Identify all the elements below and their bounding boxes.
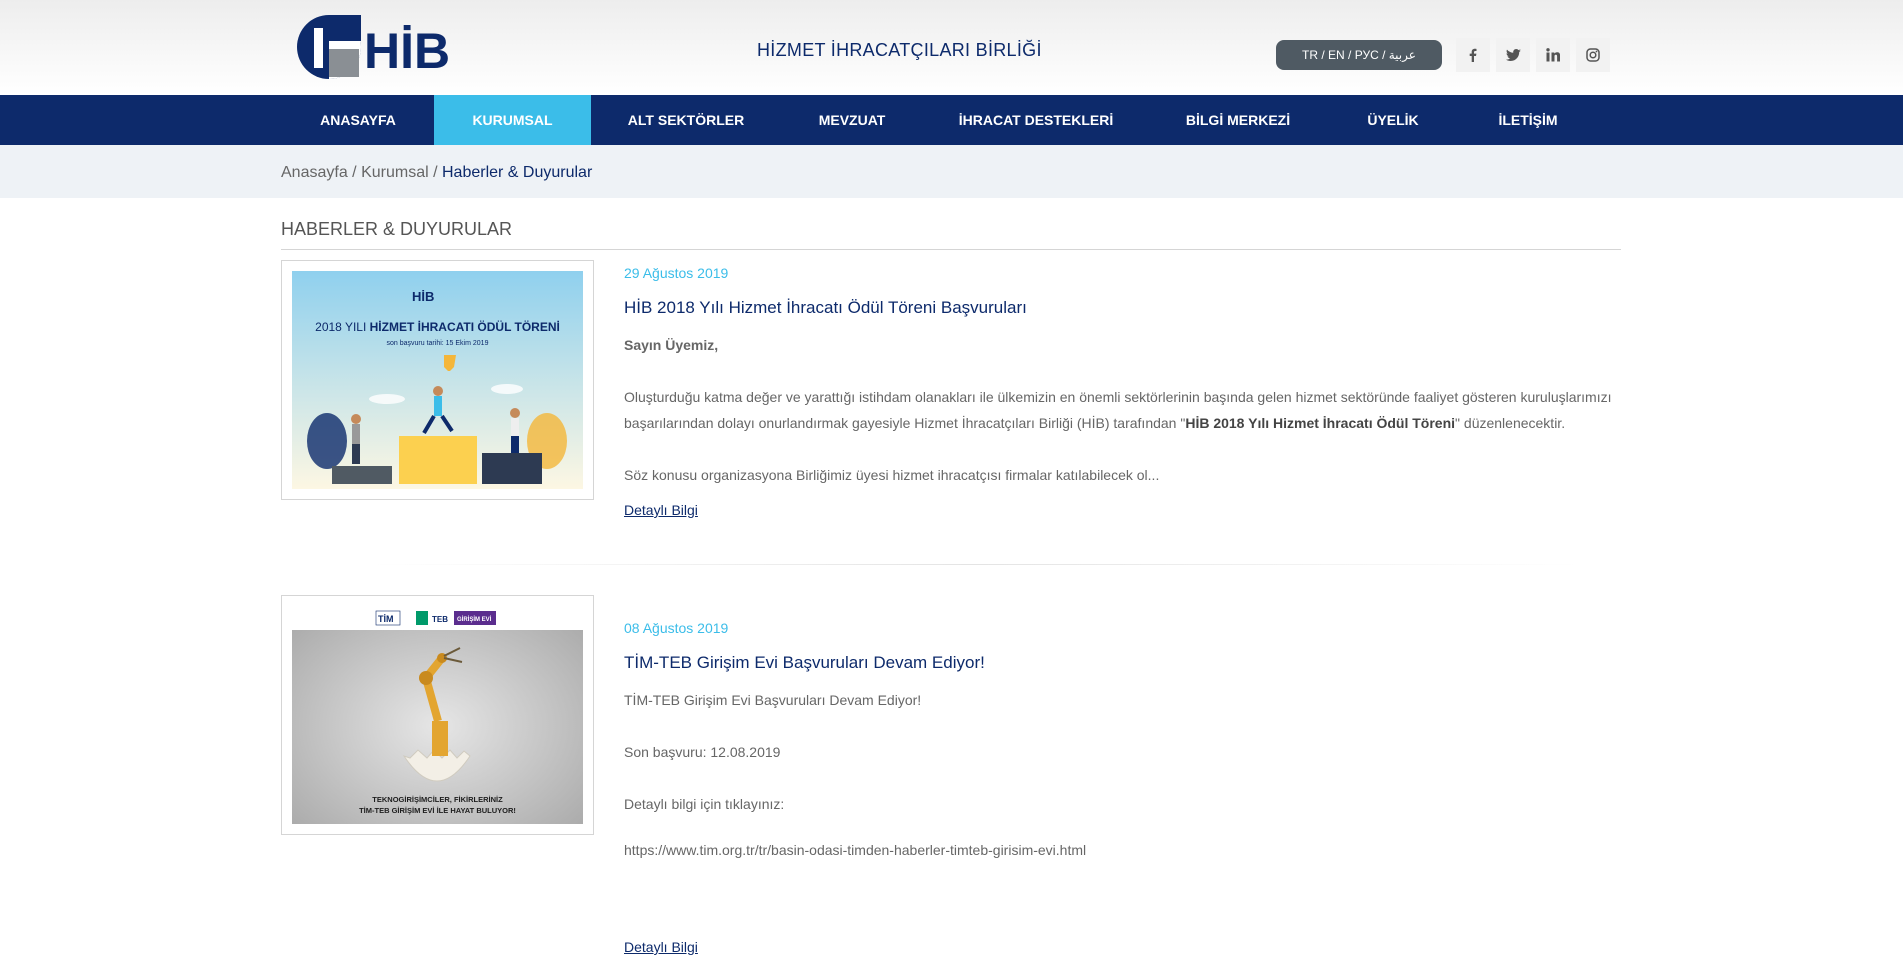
article-image-award[interactable]: HİB 2018 YILI HİZMET İHRACATI ÖDÜL TÖREN…	[281, 260, 594, 500]
nav-item-uyelik[interactable]: ÜYELİK	[1340, 95, 1446, 145]
site-title: HİZMET İHRACATÇILARI BİRLİĞİ	[757, 40, 1042, 60]
article-line: TİM-TEB Girişim Evi Başvuruları Devam Ed…	[624, 692, 922, 708]
main-nav: ANASAYFA KURUMSAL ALT SEKTÖRLER MEVZUAT …	[0, 95, 1903, 145]
breadcrumb-current: Haberler & Duyurular	[441, 164, 593, 181]
breadcrumb-separator: /	[428, 164, 442, 181]
article-greeting: Sayın Üyemiz,	[624, 337, 719, 353]
breadcrumb-home[interactable]: Anasayfa	[281, 164, 348, 181]
article-line: Detaylı bilgi için tıklayınız:	[624, 796, 785, 812]
hib-logo[interactable]: HİB	[296, 14, 450, 80]
nav-item-iletisim[interactable]: İLETİŞİM	[1470, 95, 1586, 145]
social-links	[1456, 38, 1610, 72]
girisim-evi-logo: GİRİŞİM EVİ	[457, 616, 492, 623]
nav-item-mevzuat[interactable]: MEVZUAT	[782, 95, 922, 145]
breadcrumb-separator: /	[347, 164, 362, 181]
article-external-link[interactable]: https://www.tim.org.tr/tr/basin-odasi-ti…	[624, 837, 1086, 863]
nav-item-ihracat-destekleri[interactable]: İHRACAT DESTEKLERİ	[946, 95, 1126, 145]
article-title[interactable]: TİM-TEB Girişim Evi Başvuruları Devam Ed…	[624, 653, 985, 673]
linkedin-icon[interactable]	[1536, 38, 1570, 72]
site-header: HİB HİZMET İHRACATÇILARI BİRLİĞİ TR / EN…	[0, 0, 1903, 95]
teb-logo: TEB	[432, 615, 448, 624]
article-image-incubator[interactable]: TİM TEB GİRİŞİM EVİ TEKNOGİRİŞİMCİLER, F…	[281, 595, 594, 835]
facebook-icon[interactable]	[1456, 38, 1490, 72]
article-more-link[interactable]: Detaylı Bilgi	[624, 502, 698, 518]
incubator-caption-1: TEKNOGİRİŞİMCİLER, FİKİRLERİNİZ	[372, 795, 503, 804]
nav-item-kurumsal[interactable]: KURUMSAL	[434, 95, 591, 145]
article-more-link[interactable]: Detaylı Bilgi	[624, 939, 698, 955]
logo-text: HİB	[364, 23, 448, 79]
breadcrumb: Anasayfa / Kurumsal / Haberler & Duyurul…	[281, 164, 592, 182]
article-excerpt: Söz konusu organizasyona Birliğimiz üyes…	[624, 467, 1160, 483]
article-title[interactable]: HİB 2018 Yılı Hizmet İhracatı Ödül Tören…	[624, 298, 1027, 318]
tim-logo: TİM	[378, 614, 394, 624]
title-divider	[281, 249, 1621, 250]
award-subline: son başvuru tarihi: 15 Ekim 2019	[387, 340, 489, 347]
award-heading: 2018 YILI HİZMET İHRACATI ÖDÜL TÖRENİ	[315, 319, 560, 334]
nav-item-bilgi-merkezi[interactable]: BİLGİ MERKEZİ	[1160, 95, 1316, 145]
twitter-icon[interactable]	[1496, 38, 1530, 72]
article-line: Son başvuru: 12.08.2019	[624, 744, 781, 760]
article-date: 29 Ağustos 2019	[624, 265, 729, 281]
nav-item-anasayfa[interactable]: ANASAYFA	[298, 95, 418, 145]
language-switch[interactable]: TR / EN / РУС / عربية	[1276, 40, 1442, 70]
award-logo-text: HİB	[412, 289, 434, 304]
breadcrumb-bar: Anasayfa / Kurumsal / Haberler & Duyurul…	[0, 145, 1903, 198]
article-date: 08 Ağustos 2019	[624, 620, 729, 636]
article-body: Oluşturduğu katma değer ve yarattığı ist…	[624, 389, 1612, 431]
nav-item-alt-sektorler[interactable]: ALT SEKTÖRLER	[610, 95, 762, 145]
article-divider	[370, 564, 1580, 565]
incubator-caption-2: TİM-TEB GİRİŞİM EVİ İLE HAYAT BULUYOR!	[359, 806, 516, 815]
instagram-icon[interactable]	[1576, 38, 1610, 72]
page-title: HABERLER & DUYURULAR	[281, 219, 513, 239]
breadcrumb-kurumsal[interactable]: Kurumsal	[361, 164, 429, 181]
